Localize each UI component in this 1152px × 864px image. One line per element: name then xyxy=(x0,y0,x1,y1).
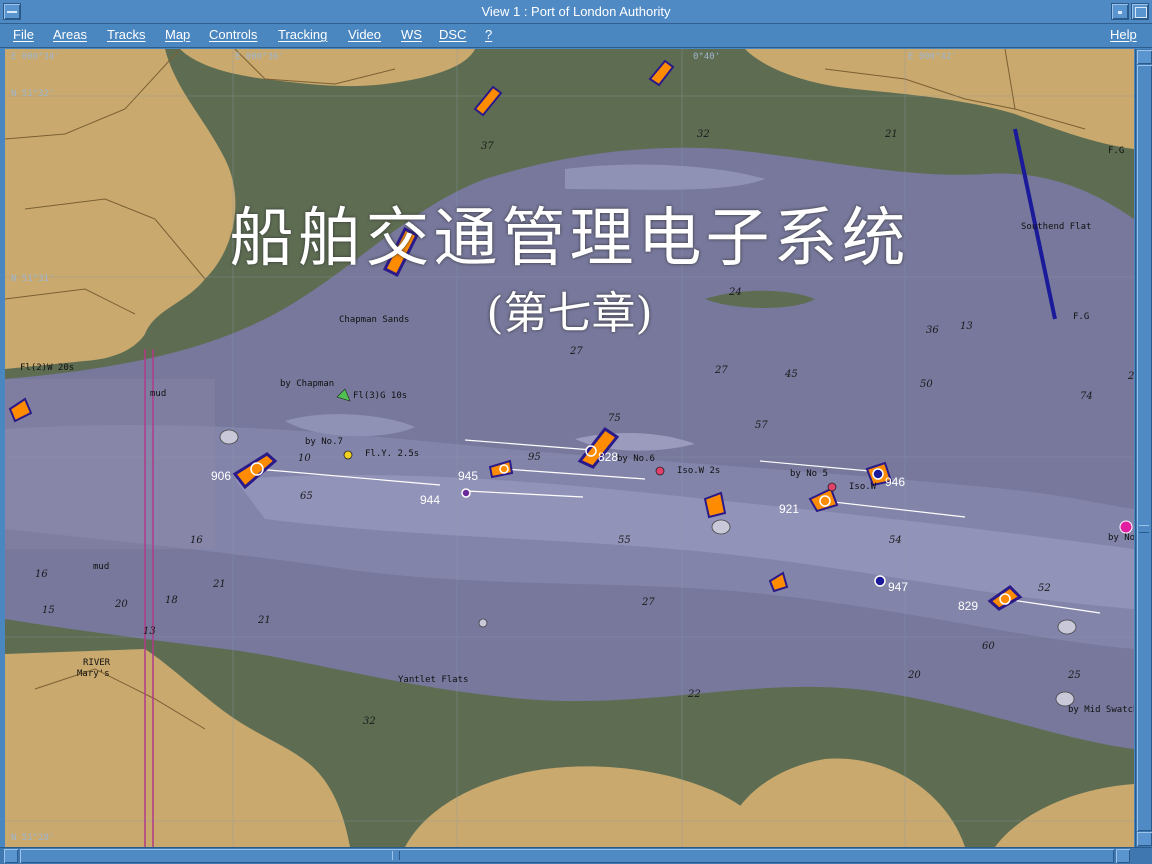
lon-label: E 000°34' xyxy=(11,52,60,62)
horizontal-scroll-thumb[interactable] xyxy=(20,849,1114,863)
chart-display[interactable]: E 000°34' E 000°36' 0°40' E 000°42' N 51… xyxy=(5,49,1134,847)
buoy-label: by Chapman xyxy=(280,379,335,389)
lon-label: E 000°42' xyxy=(908,52,957,62)
menu-map[interactable]: Map xyxy=(165,27,190,42)
buoy-label: Fl(2)W 20s xyxy=(20,363,75,373)
lon-label: 0°40' xyxy=(693,52,721,62)
depth-sounding: 52 xyxy=(1038,583,1051,594)
place-label: Yantlet Flats xyxy=(398,675,469,685)
vessel-label[interactable]: 921 xyxy=(779,502,799,516)
scroll-down-icon[interactable] xyxy=(1137,832,1152,846)
buoy-label: by No 5 xyxy=(790,469,828,479)
menu-ws[interactable]: WS xyxy=(401,27,422,42)
buoy-label: Fl(3)G 10s xyxy=(353,391,408,401)
window-title: View 1 : Port of London Authority xyxy=(481,4,671,19)
depth-sounding: 32 xyxy=(363,716,376,727)
maximize-icon[interactable] xyxy=(1131,3,1149,20)
buoy-label: by No xyxy=(1108,533,1134,543)
depth-sounding: 20 xyxy=(115,599,128,610)
depth-sounding: 16 xyxy=(190,535,203,546)
overlay-subtitle: (第七章) xyxy=(486,288,653,339)
vessel-label[interactable]: 906 xyxy=(211,469,231,483)
depth-sounding: 13 xyxy=(143,626,156,637)
menu-tracks[interactable]: Tracks xyxy=(107,27,146,42)
depth-sounding: 27 xyxy=(715,365,728,376)
depth-sounding: 37 xyxy=(481,141,494,152)
depth-sounding: 32 xyxy=(697,129,710,140)
buoy-label: Iso.W xyxy=(849,482,877,492)
depth-sounding: 50 xyxy=(920,379,933,390)
buoy-label: by No.7 xyxy=(305,437,343,447)
horizontal-scrollbar[interactable] xyxy=(0,847,1152,864)
depth-sounding: 24 xyxy=(1128,371,1134,382)
buoy-label: Iso.W 2s xyxy=(677,466,721,476)
menu-bar: File Areas Tracks Map Controls Tracking … xyxy=(0,24,1152,48)
depth-sounding: 16 xyxy=(35,569,48,580)
lon-label: E 000°36' xyxy=(235,52,284,62)
vertical-scroll-thumb[interactable] xyxy=(1137,65,1152,831)
overlay-title: 船舶交通管理电子系统 xyxy=(229,202,910,276)
buoy-label: by No.6 xyxy=(617,454,655,464)
depth-sounding: 75 xyxy=(608,413,621,424)
depth-sounding: 21 xyxy=(213,579,226,590)
menu-tracking[interactable]: Tracking xyxy=(278,27,327,42)
depth-sounding: 25 xyxy=(1068,670,1081,681)
title-bar[interactable]: View 1 : Port of London Authority xyxy=(0,0,1152,24)
depth-sounding: 20 xyxy=(908,670,921,681)
buoy-label: by Mid Swatch xyxy=(1068,705,1134,715)
scroll-left-icon[interactable] xyxy=(4,849,18,863)
menu-dsc[interactable]: DSC xyxy=(439,27,466,42)
menu-controls[interactable]: Controls xyxy=(209,27,257,42)
depth-sounding: 22 xyxy=(688,689,701,700)
place-label: mud xyxy=(150,389,167,399)
chart-drawing xyxy=(5,49,1134,847)
menu-help[interactable]: Help xyxy=(1110,27,1137,42)
depth-sounding: 27 xyxy=(570,346,583,357)
vessel-label[interactable]: 947 xyxy=(888,580,908,594)
menu-about[interactable]: ? xyxy=(485,27,492,42)
minimize-icon[interactable] xyxy=(1111,3,1129,20)
lat-label: N 51°32' xyxy=(11,89,55,99)
lat-label: N 51°28' xyxy=(11,833,55,843)
menu-file[interactable]: File xyxy=(13,27,34,42)
place-label: Mary's xyxy=(77,669,110,679)
place-label: RIVER xyxy=(83,658,111,668)
menu-video[interactable]: Video xyxy=(348,27,381,42)
buoy-label: F.G xyxy=(1108,146,1125,156)
depth-sounding: 57 xyxy=(755,420,768,431)
vessel-label[interactable]: 829 xyxy=(958,599,978,613)
depth-sounding: 10 xyxy=(298,453,311,464)
place-label: mud xyxy=(93,562,110,572)
depth-sounding: 55 xyxy=(618,535,631,546)
depth-sounding: 54 xyxy=(889,535,902,546)
vertical-scrollbar[interactable] xyxy=(1135,49,1152,847)
menu-areas[interactable]: Areas xyxy=(53,27,87,42)
vessel-label[interactable]: 828 xyxy=(598,450,618,464)
depth-sounding: 18 xyxy=(165,595,178,606)
vessel-label[interactable]: 946 xyxy=(885,475,905,489)
depth-sounding: 74 xyxy=(1080,391,1093,402)
depth-sounding: 60 xyxy=(982,641,995,652)
depth-sounding: 15 xyxy=(42,605,55,616)
scroll-up-icon[interactable] xyxy=(1137,50,1152,64)
depth-sounding: 27 xyxy=(642,597,655,608)
depth-sounding: 65 xyxy=(300,491,313,502)
vts-window: View 1 : Port of London Authority File A… xyxy=(0,0,1152,864)
vessel-label[interactable]: 944 xyxy=(420,493,440,507)
depth-sounding: 95 xyxy=(528,452,541,463)
vessel-label[interactable]: 945 xyxy=(458,469,478,483)
buoy-label: Fl.Y. 2.5s xyxy=(365,449,420,459)
depth-sounding: 21 xyxy=(885,129,898,140)
depth-sounding: 21 xyxy=(258,615,271,626)
depth-sounding: 45 xyxy=(785,369,798,380)
scroll-right-icon[interactable] xyxy=(1116,849,1130,863)
